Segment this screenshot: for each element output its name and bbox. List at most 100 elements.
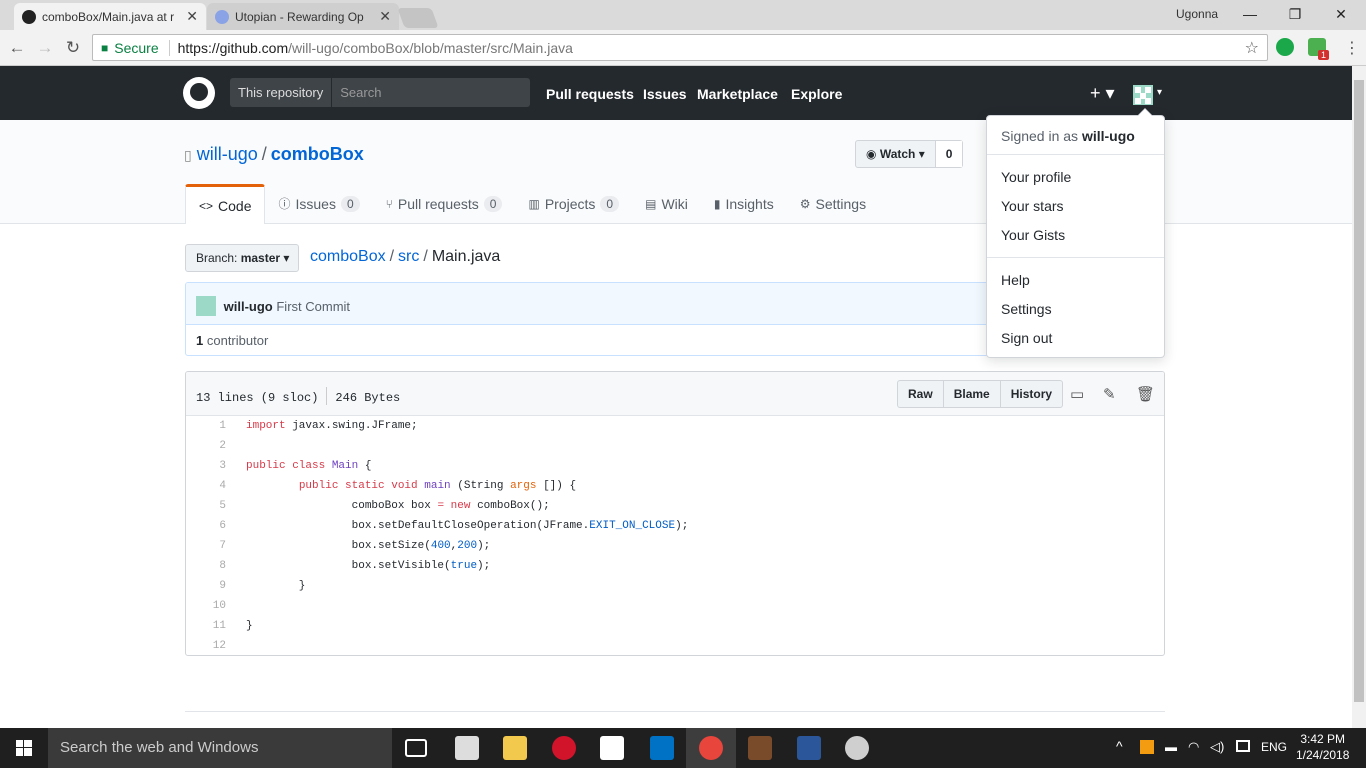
counter: 0 <box>340 196 360 212</box>
github-logo-icon[interactable] <box>183 77 215 109</box>
code-view: 1 import javax.swing.JFrame; 2 3 public cl… <box>186 416 1164 655</box>
nav-pull-requests[interactable]: Pull requests <box>546 86 634 102</box>
outlook-icon[interactable] <box>650 736 674 760</box>
task-view-icon[interactable] <box>405 739 427 757</box>
line-number[interactable]: 4 <box>186 476 226 496</box>
blame-button[interactable]: Blame <box>944 381 1001 407</box>
word-icon[interactable] <box>797 736 821 760</box>
crumb-repo-link[interactable]: comboBox <box>310 248 386 265</box>
tray-chevron-icon[interactable]: ^ <box>1116 738 1123 754</box>
close-window-icon[interactable]: ✕ <box>1321 2 1361 26</box>
store-icon[interactable] <box>600 736 624 760</box>
browser-tab[interactable]: Utopian - Rewarding Op ✕ <box>207 3 399 30</box>
calculator-icon[interactable] <box>455 736 479 760</box>
windows-start-icon[interactable] <box>0 728 48 768</box>
input-language[interactable]: ENG <box>1261 740 1287 754</box>
code-line: 6 box.setDefaultCloseOperation(JFrame.EX… <box>186 516 1164 536</box>
tab-issues[interactable]: ⓘ Issues 0 <box>265 184 372 224</box>
file-explorer-icon[interactable] <box>503 736 527 760</box>
line-number[interactable]: 9 <box>186 576 226 596</box>
line-number[interactable]: 2 <box>186 436 226 456</box>
nav-explore[interactable]: Explore <box>791 86 842 102</box>
menu-your-profile[interactable]: Your profile <box>987 163 1164 192</box>
battery-icon[interactable]: ▬ <box>1165 740 1177 754</box>
menu-your-stars[interactable]: Your stars <box>987 192 1164 221</box>
menu-sign-out[interactable]: Sign out <box>987 324 1164 353</box>
volume-icon[interactable]: ◁) <box>1210 739 1224 755</box>
desktop-icon[interactable]: ▭ <box>1070 385 1084 403</box>
tab-settings[interactable]: ⚙ Settings <box>787 184 879 224</box>
browser-profile-name[interactable]: Ugonna <box>1176 7 1218 21</box>
extension-icon[interactable] <box>1276 38 1294 56</box>
avatar-caret-icon[interactable]: ▾ <box>1157 87 1162 98</box>
tab-insights[interactable]: ▮ Insights <box>701 184 787 224</box>
close-tab-icon[interactable]: ✕ <box>379 8 391 25</box>
search-input[interactable]: Search <box>332 78 381 107</box>
restore-icon[interactable]: ❐ <box>1275 2 1315 26</box>
chrome-icon[interactable] <box>699 736 723 760</box>
menu-your-gists[interactable]: Your Gists <box>987 221 1164 250</box>
avatar[interactable] <box>1133 85 1153 105</box>
menu-settings[interactable]: Settings <box>987 295 1164 324</box>
reload-icon[interactable]: ↻ <box>62 37 84 59</box>
url-path: /will-ugo/comboBox/blob/master/src/Main.… <box>288 39 573 56</box>
watch-count[interactable]: 0 <box>935 141 963 167</box>
eye-icon: ◉ <box>866 147 877 161</box>
code-line: 9 } <box>186 576 1164 596</box>
line-number[interactable]: 3 <box>186 456 226 476</box>
forward-icon[interactable]: → <box>34 37 56 59</box>
nav-marketplace[interactable]: Marketplace <box>697 86 778 102</box>
back-icon[interactable]: ← <box>6 37 28 59</box>
nav-issues[interactable]: Issues <box>643 86 687 102</box>
code-line: 2 <box>186 436 1164 456</box>
line-number[interactable]: 11 <box>186 616 226 636</box>
pencil-icon[interactable]: ✎ <box>1103 385 1116 403</box>
line-number[interactable]: 5 <box>186 496 226 516</box>
minimize-icon[interactable]: — <box>1230 2 1270 26</box>
commit-author-link[interactable]: will-ugo <box>224 299 273 314</box>
trash-icon[interactable]: 🗑 <box>1136 385 1155 403</box>
page-scrollbar[interactable] <box>1352 66 1366 728</box>
raw-button[interactable]: Raw <box>898 381 944 407</box>
crumb-dir-link[interactable]: src <box>398 248 419 265</box>
commit-avatar[interactable] <box>196 296 216 316</box>
repo-owner-link[interactable]: will-ugo <box>197 144 258 164</box>
branch-select[interactable]: Branch: master ▾ <box>185 244 299 272</box>
repo-name-link[interactable]: comboBox <box>271 144 364 164</box>
app-icon[interactable] <box>748 736 772 760</box>
scrollbar-thumb[interactable] <box>1354 80 1364 702</box>
commit-message-link[interactable]: First Commit <box>276 299 350 314</box>
line-number[interactable]: 7 <box>186 536 226 556</box>
line-number[interactable]: 10 <box>186 596 226 616</box>
bookmark-star-icon[interactable]: ☆ <box>1245 38 1259 58</box>
taskbar-clock[interactable]: 3:42 PM 1/24/2018 <box>1296 731 1349 763</box>
url-bar[interactable]: ■ Secure https://github.com /will-ugo/co… <box>92 34 1268 61</box>
menu-help[interactable]: Help <box>987 266 1164 295</box>
menu-icon[interactable]: ⋮ <box>1344 38 1360 58</box>
tab-label: Insights <box>725 196 774 212</box>
line-number[interactable]: 12 <box>186 636 226 655</box>
code-line: 5 comboBox box = new comboBox(); <box>186 496 1164 516</box>
close-tab-icon[interactable]: ✕ <box>186 8 198 25</box>
tab-code[interactable]: <> Code <box>185 184 266 224</box>
tab-pull-requests[interactable]: ⑂ Pull requests 0 <box>373 184 516 224</box>
search-box[interactable]: This repository Search <box>230 78 530 107</box>
watch-button[interactable]: ◉ Watch ▾ 0 <box>855 140 964 168</box>
create-new-icon[interactable]: + ▾ <box>1090 83 1115 104</box>
history-button[interactable]: History <box>1001 381 1062 407</box>
notifications-icon[interactable] <box>1236 740 1250 752</box>
browser-tab-active[interactable]: comboBox/Main.java at r ✕ <box>14 3 206 30</box>
paint-icon[interactable] <box>845 736 869 760</box>
file-info: 13 lines (9 sloc) 246 Bytes <box>196 387 400 405</box>
tray-app-icon[interactable] <box>1140 740 1154 754</box>
signed-in-header: Signed in as will-ugo <box>987 116 1164 154</box>
tab-projects[interactable]: ▥ Projects 0 <box>515 184 632 224</box>
line-number[interactable]: 6 <box>186 516 226 536</box>
new-tab-button[interactable] <box>397 8 439 28</box>
taskbar-search-input[interactable]: Search the web and Windows <box>48 728 392 768</box>
tab-wiki[interactable]: ▤ Wiki <box>632 184 701 224</box>
wifi-icon[interactable]: ◠ <box>1188 739 1199 755</box>
line-number[interactable]: 1 <box>186 416 226 436</box>
opera-icon[interactable] <box>552 736 576 760</box>
line-number[interactable]: 8 <box>186 556 226 576</box>
